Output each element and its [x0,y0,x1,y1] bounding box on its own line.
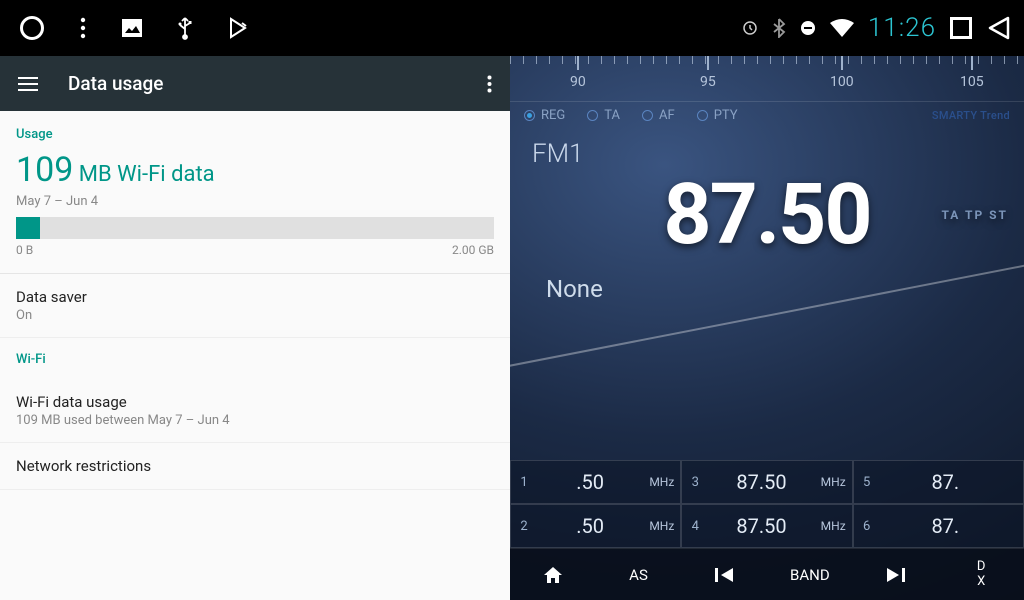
brand-label: SMARTY Trend [932,109,1010,122]
usage-bar-fill [16,217,40,239]
side-flags: TA TP ST [941,209,1008,221]
preset-unit: MHz [815,519,852,533]
opt-ta[interactable]: TA [587,108,620,123]
home-button[interactable] [510,549,596,600]
frequency-dial[interactable]: 90 95 100 105 [510,56,1024,102]
radio-nav: AS BAND DX [510,548,1024,600]
usage-amount: 109 MB Wi-Fi data [16,150,494,190]
bar-min: 0 B [16,243,33,257]
dx-button[interactable]: DX [938,549,1024,600]
radio-pane: 90 95 100 105 REG TA AF PTY SMARTY Trend FM… [510,56,1024,600]
usage-section: Usage 109 MB Wi-Fi data May 7 – Jun 4 0 … [0,111,510,274]
preset-button[interactable]: 387.50MHz [681,460,852,504]
dial-mark: 90 [570,56,586,101]
page-title: Data usage [68,72,487,95]
bar-max: 2.00 GB [452,243,494,257]
preset-unit: MHz [815,475,852,489]
frequency-display: 87.50 TA TP ST [532,173,1002,257]
usage-label: Usage [16,127,494,142]
preset-num: 3 [682,475,708,490]
wifi-usage-sub: 109 MB used between May 7 – Jun 4 [16,413,494,428]
usage-bar [16,217,494,239]
preset-unit: MHz [643,519,680,533]
band-button[interactable]: BAND [767,549,853,600]
status-bar: 11:26 [0,0,1024,56]
opt-reg[interactable]: REG [524,108,565,123]
recent-apps-circle-icon[interactable] [20,16,44,40]
settings-pane: Data usage Usage 109 MB Wi-Fi data May 7… [0,56,510,600]
preset-freq: 87.50 [708,470,814,494]
data-saver-row[interactable]: Data saver On [0,274,510,338]
dnd-icon [800,20,816,36]
app-header: Data usage [0,56,510,111]
dial-mark: 105 [960,56,984,101]
usage-number: 109 [16,150,73,190]
preset-freq: 87. [880,514,1011,538]
bar-labels: 0 B 2.00 GB [16,243,494,257]
dial-mark: 100 [830,56,854,101]
preset-num: 6 [854,519,880,534]
sync-icon [742,20,758,36]
preset-num: 4 [682,519,708,534]
next-button[interactable] [853,549,939,600]
menu-icon[interactable] [18,77,38,91]
preset-button[interactable]: 1.50MHz [510,460,681,504]
opt-pty[interactable]: PTY [697,108,738,123]
preset-freq: 87.50 [708,514,814,538]
usb-icon [178,16,192,40]
preset-button[interactable]: 687. [853,504,1024,548]
wifi-label: Wi-Fi [16,352,494,367]
status-right: 11:26 [742,13,1012,43]
recents-square-icon[interactable] [950,17,972,39]
preset-num: 2 [511,519,537,534]
preset-num: 5 [854,475,880,490]
preset-freq: 87. [880,470,1011,494]
preset-button[interactable]: 487.50MHz [681,504,852,548]
preset-num: 1 [511,475,537,490]
preset-freq: .50 [537,514,643,538]
image-icon [122,19,142,37]
status-time: 11:26 [868,13,936,43]
back-icon[interactable] [986,15,1012,41]
preset-button[interactable]: 2.50MHz [510,504,681,548]
dial-mark: 95 [700,56,716,101]
preset-unit: MHz [643,475,680,489]
as-button[interactable]: AS [596,549,682,600]
preset-freq: .50 [537,470,643,494]
preset-grid: 1.50MHz387.50MHz587.2.50MHz487.50MHz687. [510,460,1024,548]
network-restrictions-row[interactable]: Network restrictions [0,443,510,490]
network-restrictions-title: Network restrictions [16,457,494,475]
overflow-icon[interactable] [487,75,492,93]
opt-af[interactable]: AF [642,108,675,123]
wifi-usage-row[interactable]: Wi-Fi data usage 109 MB used between May… [0,379,510,443]
radio-options: REG TA AF PTY SMARTY Trend [510,102,1024,125]
data-saver-sub: On [16,308,494,323]
wifi-icon [830,19,854,37]
wifi-section-header: Wi-Fi [0,338,510,379]
data-saver-title: Data saver [16,288,494,306]
date-range: May 7 – Jun 4 [16,194,494,209]
bluetooth-icon [772,18,786,38]
prev-button[interactable] [681,549,767,600]
usage-unit: MB Wi-Fi data [79,162,215,187]
play-store-icon [228,17,248,39]
wifi-usage-title: Wi-Fi data usage [16,393,494,411]
status-left [12,16,248,40]
radio-main: FM1 87.50 TA TP ST None [510,125,1024,460]
more-vert-icon[interactable] [80,17,86,39]
rds-text: None [546,275,1002,303]
preset-button[interactable]: 587. [853,460,1024,504]
